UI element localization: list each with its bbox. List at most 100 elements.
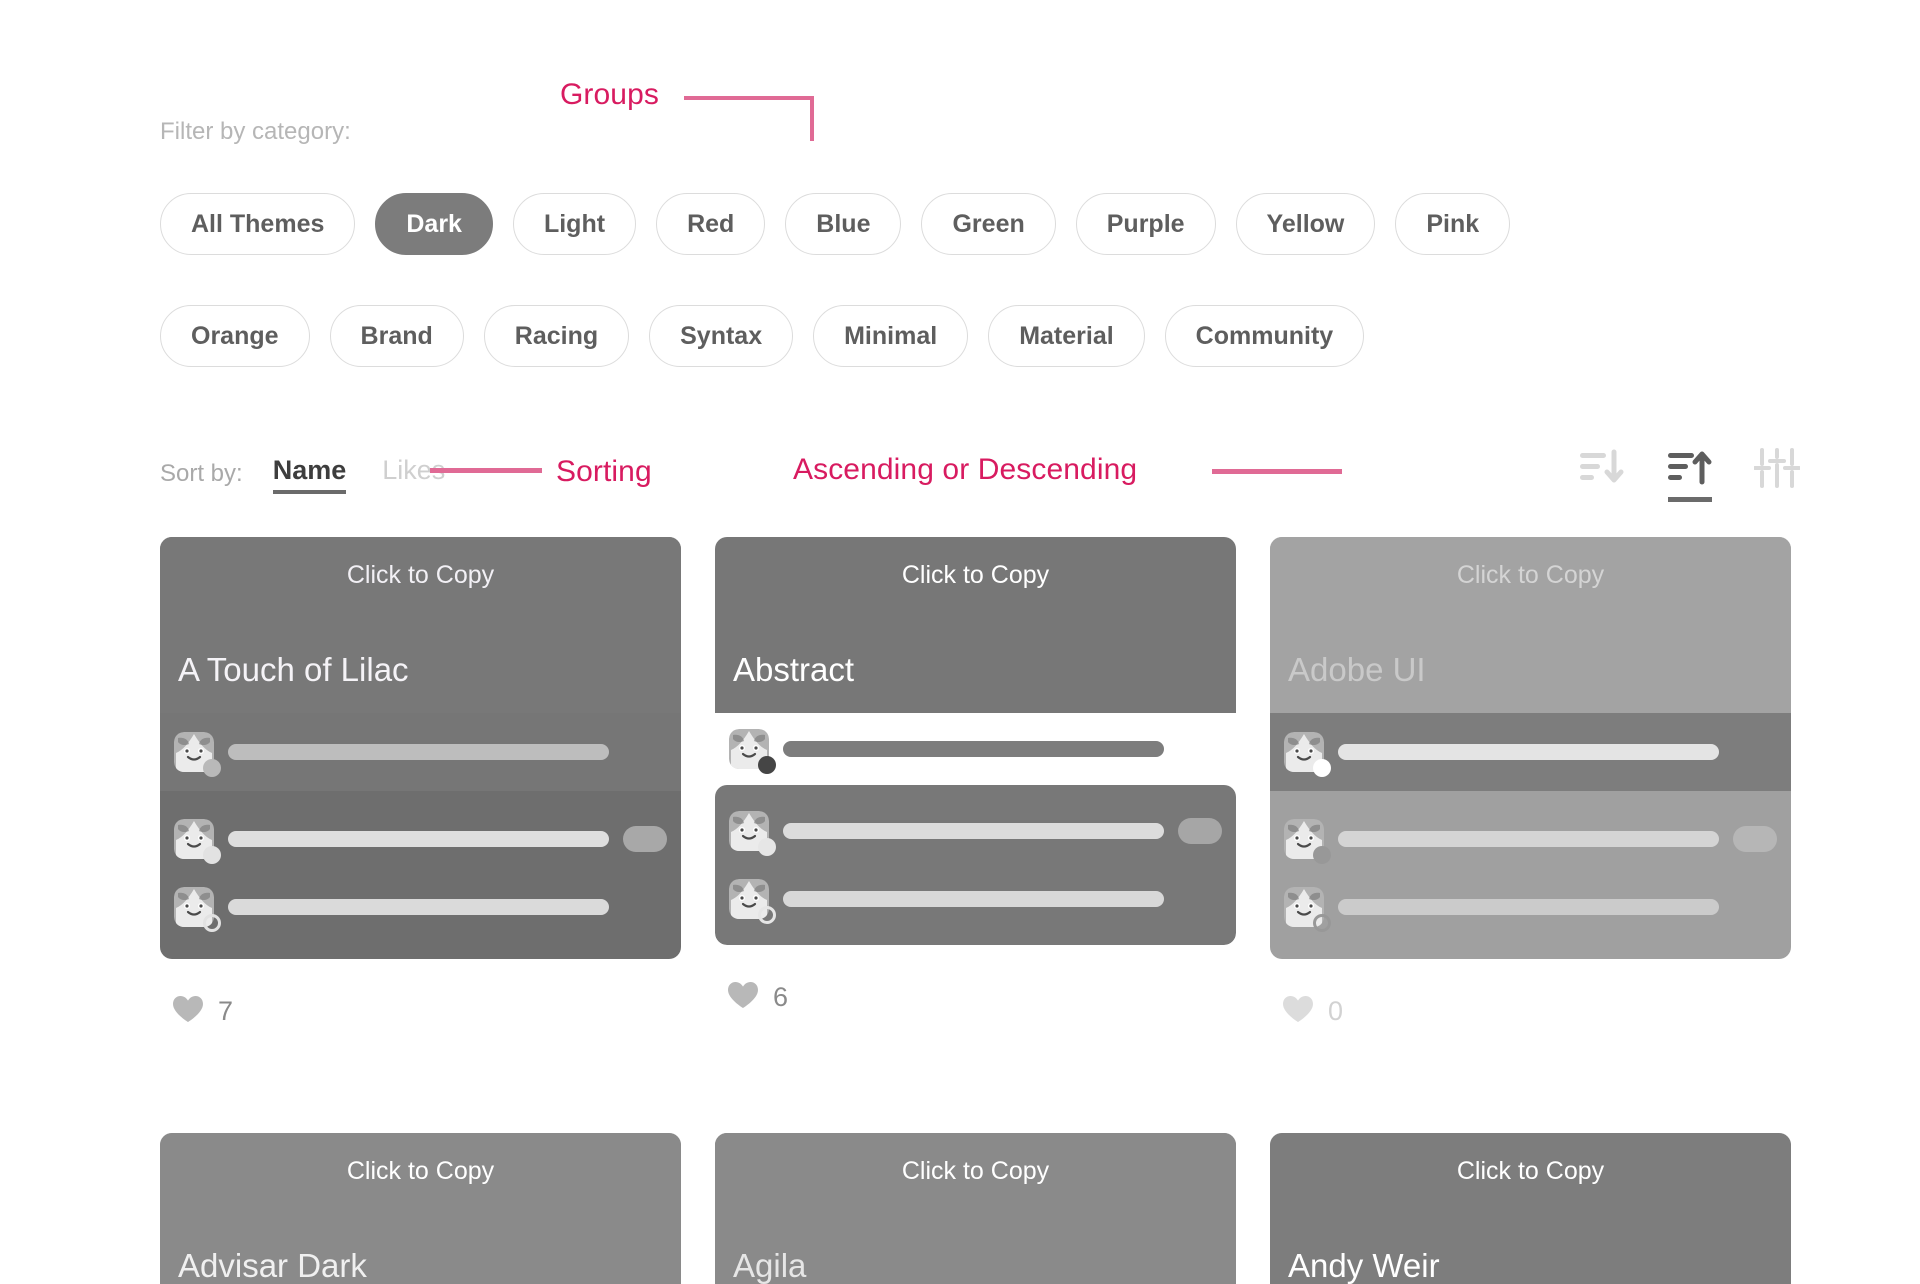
category-chip-red[interactable]: Red [656,193,765,255]
theme-card[interactable]: Click to Copy Abstract [715,537,1236,945]
like-count: 7 [218,996,233,1027]
category-chip-minimal[interactable]: Minimal [813,305,968,367]
theme-name: A Touch of Lilac [178,651,409,689]
sort-descending-button[interactable] [1578,448,1626,502]
like-control[interactable]: 7 [172,991,681,1031]
message-action-pill [1733,826,1777,852]
message-row [715,865,1236,933]
theme-card[interactable]: Click to CopyAgila [715,1133,1236,1284]
like-control[interactable]: 6 [727,977,1236,1017]
category-chip-label: All Themes [191,210,324,239]
category-chip-label: Purple [1107,210,1185,239]
category-chip-label: Light [544,210,605,239]
theme-card-cell: Click to Copy Abstract 6 [715,537,1236,1031]
message-row [715,713,1236,785]
category-chip-label: Brand [361,322,433,351]
card-header: Click to Copy A Touch of Lilac [160,537,681,713]
sort-by-label: Sort by: [160,460,243,488]
like-control[interactable]: 0 [1282,991,1791,1031]
sort-ascending-icon [1666,448,1714,488]
message-row [1270,873,1791,941]
sort-direction-icons [1578,448,1802,502]
like-count: 0 [1328,996,1343,1027]
theme-card-cell: Click to Copy Advisar Dark [160,1133,681,1284]
category-chip-label: Dark [406,210,462,239]
message-row [1270,713,1791,791]
annotation-sorting-leader [430,468,542,473]
message-row [160,713,681,791]
category-chip-all-themes[interactable]: All Themes [160,193,355,255]
category-chip-brand[interactable]: Brand [330,305,464,367]
avatar [174,732,214,772]
message-row [715,797,1236,865]
card-message-list [1270,713,1791,959]
filter-by-category-label: Filter by category: [160,118,351,146]
annotation-groups-leader-horizontal [684,96,814,100]
category-chip-pink[interactable]: Pink [1395,193,1510,255]
presence-status-dot [1313,846,1331,864]
card-header: Click to CopyAdobe UI [1270,537,1791,713]
presence-status-dot [1313,914,1331,932]
category-chip-light[interactable]: Light [513,193,636,255]
message-placeholder-bar [783,741,1164,757]
category-chip-label: Minimal [844,322,937,351]
category-chip-syntax[interactable]: Syntax [649,305,793,367]
sort-ascending-button[interactable] [1666,448,1714,502]
tune-sliders-button[interactable] [1754,448,1802,502]
theme-card[interactable]: Click to CopyAdobe UI [1270,537,1791,959]
annotation-sorting: Sorting [556,455,652,489]
category-chip-purple[interactable]: Purple [1076,193,1216,255]
category-chip-dark[interactable]: Dark [375,193,493,255]
theme-gallery-page: Filter by category: Groups All Themes Dar… [0,0,1920,1284]
presence-status-dot [758,838,776,856]
annotation-groups: Groups [560,78,659,112]
heart-icon [727,981,759,1014]
message-action-pill [1178,818,1222,844]
category-chip-green[interactable]: Green [921,193,1055,255]
category-chip-material[interactable]: Material [988,305,1144,367]
theme-card[interactable]: Click to CopyAndy Weir [1270,1133,1791,1284]
card-message-group [160,791,681,959]
category-chip-yellow[interactable]: Yellow [1236,193,1376,255]
category-chip-label: Blue [816,210,870,239]
click-to-copy-label: Click to Copy [160,1157,681,1186]
message-placeholder-bar [1338,899,1719,915]
click-to-copy-label: Click to Copy [715,561,1236,590]
card-header: Click to CopyAgila [715,1133,1236,1284]
theme-card[interactable]: Click to Copy Advisar Dark [160,1133,681,1284]
message-placeholder-bar [1338,831,1719,847]
sort-controls: Sort by: Name Likes [160,452,481,496]
avatar [1284,732,1324,772]
category-chip-community[interactable]: Community [1165,305,1365,367]
heart-icon [172,995,204,1028]
theme-name: Advisar Dark [178,1247,367,1284]
avatar [729,811,769,851]
theme-card-cell: Click to CopyAdobe UI 0 [1270,537,1791,1031]
card-header: Click to CopyAndy Weir [1270,1133,1791,1284]
presence-status-dot [1313,759,1331,777]
card-message-group [1270,791,1791,959]
category-chip-racing[interactable]: Racing [484,305,629,367]
category-chip-blue[interactable]: Blue [785,193,901,255]
theme-card[interactable]: Click to Copy A Touch of Lilac [160,537,681,959]
theme-card-cell: Click to CopyAgila [715,1133,1236,1284]
category-chip-row-secondary: Orange Brand Racing Syntax Minimal Material Co… [160,305,1364,367]
presence-status-dot [203,914,221,932]
presence-status-dot [758,906,776,924]
theme-name: Abstract [733,651,854,689]
message-placeholder-bar [228,744,609,760]
click-to-copy-label: Click to Copy [160,561,681,590]
message-row [160,805,681,873]
message-row [1270,805,1791,873]
category-chip-label: Yellow [1267,210,1345,239]
card-header: Click to Copy Advisar Dark [160,1133,681,1284]
click-to-copy-label: Click to Copy [715,1157,1236,1186]
category-chip-orange[interactable]: Orange [160,305,310,367]
sort-option-likes[interactable]: Likes [382,455,445,494]
card-inner-panel [715,785,1236,945]
sort-option-name[interactable]: Name [273,455,347,494]
heart-icon [1282,995,1314,1028]
presence-status-dot [203,846,221,864]
category-chip-label: Racing [515,322,598,351]
category-chip-label: Material [1019,322,1113,351]
